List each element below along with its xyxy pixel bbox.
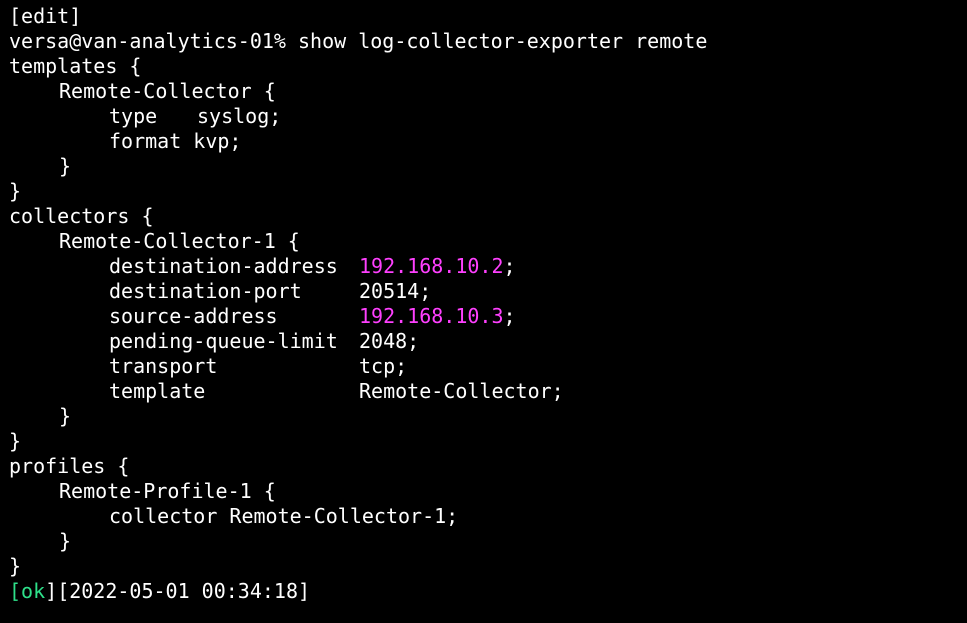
collector-transport-line: transport tcp; (9, 354, 967, 379)
collector-item-close: } (59, 404, 72, 428)
collector-row-value: tcp; (359, 354, 408, 378)
profiles-open: profiles { (9, 454, 130, 478)
status-close-bracket: ] (45, 579, 58, 603)
collector-row-key: destination-address (109, 254, 338, 278)
status-timestamp: [2022-05-01 00:34:18] (57, 579, 311, 603)
collector-row-value: 192.168.10.2 (359, 254, 504, 278)
status-line: [ok][2022-05-01 00:34:18] (9, 579, 967, 604)
command-prompt-line: versa@van-analytics-01% show log-collect… (9, 29, 708, 53)
collector-destination-port-line: destination-port 20514; (9, 279, 967, 304)
collector-row-value: 20514; (359, 279, 432, 303)
collector-row-value: 2048; (359, 329, 420, 353)
edit-mode-line: [edit] (9, 4, 82, 28)
collector-row-key: source-address (109, 304, 278, 328)
status-open-bracket: [ (9, 579, 22, 603)
terminal-window[interactable]: [edit] versa@van-analytics-01% show log-… (0, 0, 967, 623)
collector-row-key: template (109, 379, 206, 403)
template-item-close: } (59, 154, 72, 178)
templates-close: } (9, 179, 22, 203)
template-type-line: type syslog; (9, 104, 967, 129)
collector-pending-queue-limit-line: pending-queue-limit 2048; (9, 329, 967, 354)
template-format-line: format kvp; (109, 129, 242, 153)
template-remote-collector-open: Remote-Collector { (59, 79, 276, 103)
collector-row-suffix: ; (503, 254, 516, 278)
profile-collector-line: collector Remote-Collector-1; (109, 504, 459, 528)
collectors-close: } (9, 429, 22, 453)
collector-row-value: 192.168.10.3 (359, 304, 504, 328)
collector-template-line: template Remote-Collector; (9, 379, 967, 404)
collector-row-key: transport (109, 354, 218, 378)
templates-open: templates { (9, 54, 142, 78)
profiles-close: } (9, 554, 22, 578)
status-ok-badge: ok (21, 579, 46, 603)
profile-item-close: } (59, 529, 72, 553)
collector-row-suffix: ; (503, 304, 516, 328)
collector-row-key: pending-queue-limit (109, 329, 338, 353)
template-type-key: type (109, 104, 158, 128)
collector-destination-address-line: destination-address 192.168.10.2; (9, 254, 967, 279)
collector-row-value: Remote-Collector; (359, 379, 564, 403)
profile-remote-profile-1-open: Remote-Profile-1 { (59, 479, 276, 503)
collector-source-address-line: source-address 192.168.10.3; (9, 304, 967, 329)
collector-row-key: destination-port (109, 279, 302, 303)
collector-remote-collector-1-open: Remote-Collector-1 { (59, 229, 300, 253)
collectors-open: collectors { (9, 204, 154, 228)
template-type-value: syslog; (197, 104, 282, 128)
